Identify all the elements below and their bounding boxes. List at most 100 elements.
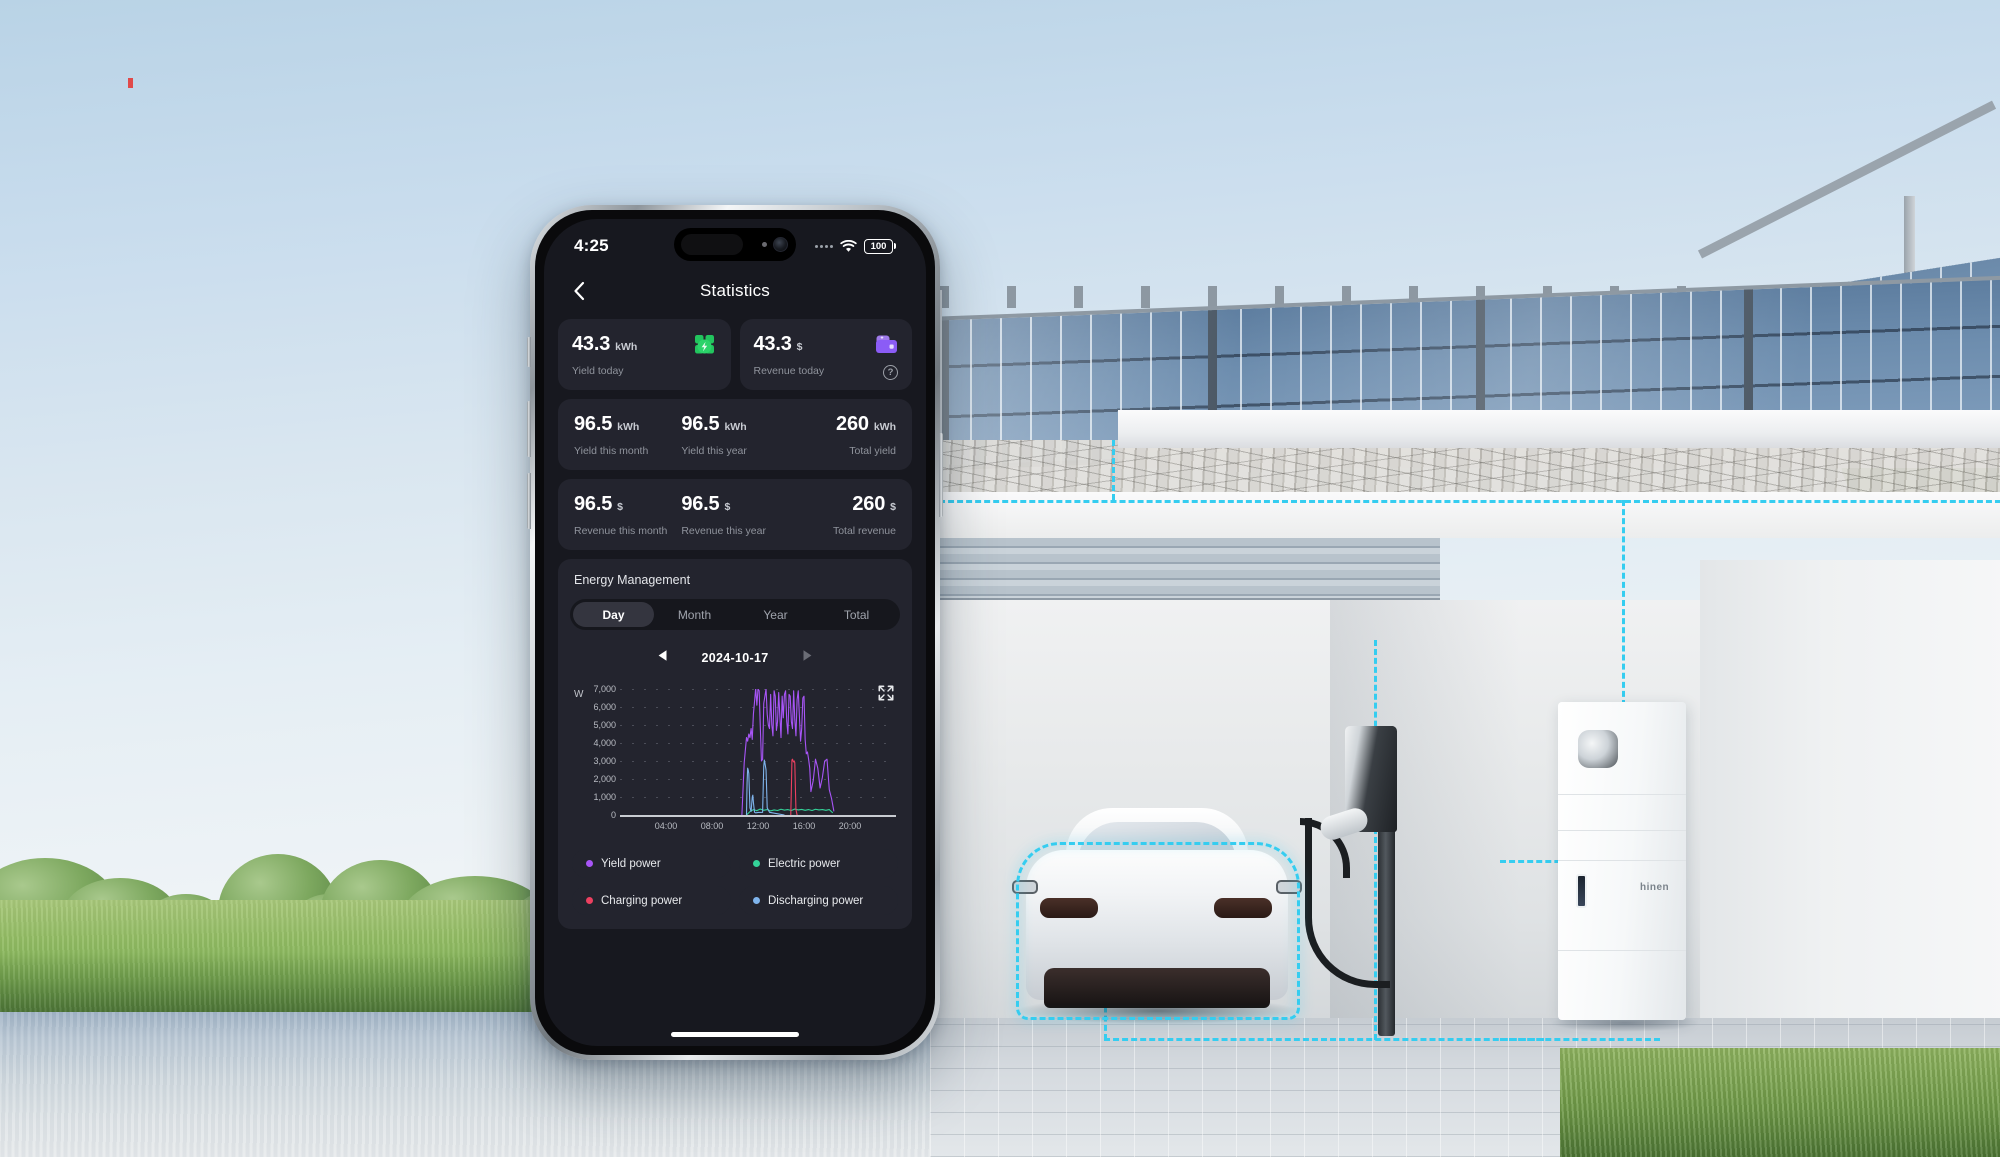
triangle-right-icon [803, 650, 812, 661]
tab-total[interactable]: Total [816, 602, 897, 627]
yield-stats-row: 96.5 kWh Yield this month 96.5 kWh Yield… [558, 399, 912, 470]
battery-indicator: 100 [864, 238, 893, 254]
chart-legend: Yield power Electric power Charging powe… [570, 849, 900, 915]
home-battery-unit: hinen [1558, 702, 1686, 1020]
background-scene: hinen [0, 0, 2000, 1157]
x-tick-label: 20:00 [838, 821, 862, 831]
legend-item-charging-power[interactable]: Charging power [572, 886, 731, 915]
chart-y-axis-labels: 0 1,000 2,000 3,000 4,000 5,000 6,000 7,000 [572, 684, 616, 820]
yield-today-value: 43.3 [572, 333, 611, 355]
y-tick-label: 2,000 [593, 774, 616, 784]
date-navigator: 2024-10-17 [570, 645, 900, 671]
yield-year-label: Yield this year [681, 445, 747, 457]
y-tick-label: 3,000 [593, 756, 616, 766]
revenue-today-unit: $ [796, 341, 803, 353]
yield-today-card[interactable]: 43.3 kWh Yield today [558, 319, 731, 390]
silence-switch[interactable] [527, 337, 531, 367]
chart-plot: 0 1,000 2,000 3,000 4,000 5,000 6,000 7,000 04:… [572, 684, 898, 831]
battery-indicator-dot [128, 78, 133, 88]
energy-flow-line-battery-bottom [1500, 1038, 1660, 1041]
revenue-today-card[interactable]: 43.3 $ Revenue today ? [739, 319, 912, 390]
navigation-bar: Statistics [544, 269, 926, 313]
right-side-wall [1700, 560, 2000, 1040]
wall-band [930, 492, 2000, 538]
yield-month-label: Yield this month [574, 445, 649, 457]
revenue-year-cell: 96.5 $ Revenue this year [681, 493, 788, 537]
phone-screen: 4:25 100 Statistics 43.3 kWh Yield today… [544, 219, 926, 1046]
x-tick-label: 12:00 [746, 821, 770, 831]
energy-management-card: Energy Management Day Month Year Total 2… [558, 559, 912, 929]
revenue-month-value: 96.5 [574, 493, 613, 515]
prev-date-button[interactable] [657, 649, 668, 667]
proximity-sensor-icon [762, 242, 767, 247]
y-tick-label: 5,000 [593, 720, 616, 730]
energy-flow-line-roof [930, 500, 2000, 503]
current-date[interactable]: 2024-10-17 [702, 651, 769, 665]
solar-panel-icon [692, 331, 718, 357]
x-tick-label: 04:00 [654, 821, 678, 831]
revenue-month-unit: $ [617, 501, 623, 513]
car-highlight-outline [1016, 842, 1300, 1020]
y-tick-label: 0 [610, 810, 616, 820]
chart-series [620, 689, 896, 815]
yield-month-cell: 96.5 kWh Yield this month [574, 413, 681, 457]
chart-line-charging-power [791, 759, 797, 815]
revenue-year-label: Revenue this year [681, 525, 766, 537]
yield-year-cell: 96.5 kWh Yield this year [681, 413, 788, 457]
revenue-month-label: Revenue this month [574, 525, 668, 537]
chart-x-axis [620, 815, 896, 817]
status-bar: 4:25 100 [544, 219, 926, 269]
home-indicator[interactable] [671, 1032, 799, 1037]
tab-day[interactable]: Day [573, 602, 654, 627]
legend-item-yield-power[interactable]: Yield power [572, 849, 731, 878]
total-revenue-value: 260 [852, 493, 886, 515]
page-title: Statistics [699, 281, 771, 300]
total-revenue-label: Total revenue [832, 525, 896, 537]
energy-flow-line-floor [1104, 1038, 1544, 1041]
volume-down-button[interactable] [527, 473, 531, 529]
legend-item-electric-power[interactable]: Electric power [739, 849, 898, 878]
front-camera-icon [773, 237, 788, 252]
roof-overhang [1118, 410, 2000, 448]
yield-year-value: 96.5 [681, 413, 720, 435]
tab-month[interactable]: Month [654, 602, 735, 627]
chart-container: W 0 1,000 2,000 3,000 4,000 5,000 6,000 7,000 [570, 684, 900, 831]
chart-x-axis-labels: 04:00 08:00 12:00 16:00 20:00 [620, 821, 896, 837]
y-tick-label: 4,000 [593, 738, 616, 748]
revenue-year-value: 96.5 [681, 493, 720, 515]
total-revenue-cell: 260 $ Total revenue [789, 493, 896, 537]
yield-today-label: Yield today [572, 365, 624, 377]
period-tabs: Day Month Year Total [570, 599, 900, 630]
total-yield-cell: 260 kWh Total yield [789, 413, 896, 457]
x-tick-label: 16:00 [792, 821, 816, 831]
total-yield-value: 260 [836, 413, 869, 435]
yield-year-unit: kWh [724, 421, 747, 433]
chart-line-yield-power [742, 689, 834, 815]
revenue-stats-row: 96.5 $ Revenue this month 96.5 $ Revenue… [558, 479, 912, 550]
total-yield-unit: kWh [873, 421, 896, 433]
help-icon[interactable]: ? [883, 365, 898, 380]
yield-month-value: 96.5 [574, 413, 613, 435]
signal-dots-icon [815, 244, 833, 248]
triangle-left-icon [658, 650, 667, 661]
total-revenue-unit: $ [890, 501, 896, 513]
legend-label-charging-power: Charging power [601, 894, 683, 907]
legend-label-discharging-power: Discharging power [768, 894, 864, 907]
y-tick-label: 7,000 [593, 684, 616, 694]
battery-status-led [1576, 874, 1587, 908]
legend-label-yield-power: Yield power [601, 857, 661, 870]
revenue-year-unit: $ [724, 501, 731, 513]
revenue-today-value: 43.3 [753, 333, 792, 355]
y-tick-label: 1,000 [593, 792, 616, 802]
power-button[interactable] [939, 433, 943, 517]
legend-label-electric-power: Electric power [768, 857, 841, 870]
tab-year[interactable]: Year [735, 602, 816, 627]
legend-item-discharging-power[interactable]: Discharging power [739, 886, 898, 915]
volume-up-button[interactable] [527, 401, 531, 457]
next-date-button[interactable] [802, 649, 813, 667]
louver-vent [930, 538, 1440, 600]
dynamic-island [674, 228, 796, 261]
energy-flow-line-battery [1622, 500, 1625, 706]
battery-display [1578, 730, 1618, 768]
chart-line-discharging-power [747, 760, 785, 815]
